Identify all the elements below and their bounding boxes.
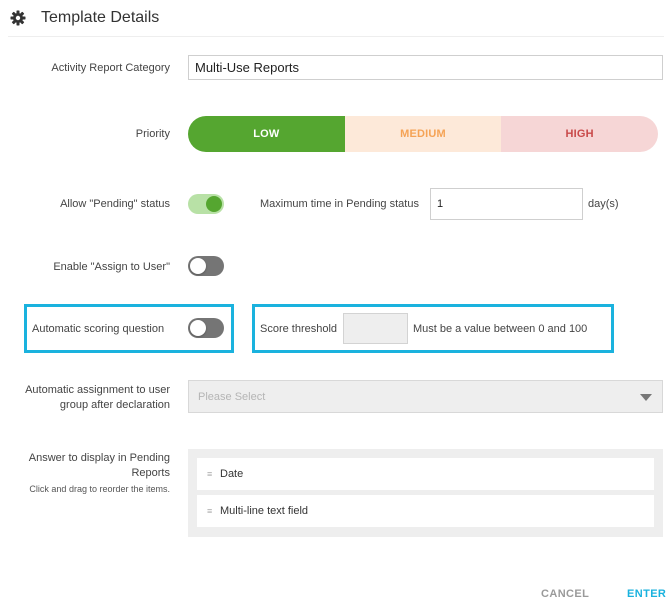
enter-button[interactable]: ENTER	[627, 588, 666, 600]
page-title: Template Details	[41, 9, 160, 26]
toggle-knob	[190, 258, 206, 274]
drag-handle-icon[interactable]: ≡	[207, 506, 212, 516]
auto-scoring-label: Automatic scoring question	[32, 323, 165, 335]
max-time-input[interactable]: 1	[430, 188, 583, 220]
answers-label-line1: Answer to display in Pending	[28, 452, 170, 464]
pending-label: Allow "Pending" status	[60, 198, 170, 210]
header-divider	[8, 36, 664, 37]
auto-scoring-toggle[interactable]	[188, 318, 224, 338]
caret-down-icon	[640, 394, 652, 401]
max-time-unit: day(s)	[588, 198, 619, 210]
group-select[interactable]: Please Select	[188, 380, 663, 413]
auto-assignment-label-line1: Automatic assignment to user	[25, 384, 170, 396]
answers-label-line2: Reports	[131, 467, 170, 479]
answers-list: ≡ Date ≡ Multi-line text field	[188, 449, 663, 537]
answer-item[interactable]: ≡ Date	[197, 458, 654, 490]
dialog-header: Template Details	[0, 0, 672, 38]
answers-help-text: Click and drag to reorder the items.	[29, 484, 170, 494]
pending-toggle[interactable]	[188, 194, 224, 214]
answer-item[interactable]: ≡ Multi-line text field	[197, 495, 654, 527]
answer-item-label: Date	[220, 468, 244, 480]
drag-handle-icon[interactable]: ≡	[207, 469, 212, 479]
score-threshold-input[interactable]	[343, 313, 408, 344]
answer-item-label: Multi-line text field	[220, 505, 309, 517]
priority-selector: LOW MEDIUM HIGH	[188, 116, 658, 152]
priority-low-button[interactable]: LOW	[188, 116, 345, 152]
max-time-value: 1	[437, 198, 444, 210]
assign-user-label: Enable "Assign to User"	[53, 261, 170, 273]
threshold-label: Score threshold	[260, 323, 338, 335]
assign-user-toggle[interactable]	[188, 256, 224, 276]
group-select-placeholder: Please Select	[198, 390, 266, 403]
auto-assignment-label: Automatic assignment to user group after…	[10, 383, 170, 413]
category-input[interactable]: Multi-Use Reports	[188, 55, 663, 80]
category-value: Multi-Use Reports	[195, 60, 300, 75]
answers-label: Answer to display in Pending Reports	[10, 451, 170, 481]
threshold-hint: Must be a value between 0 and 100	[413, 323, 588, 335]
priority-medium-button[interactable]: MEDIUM	[344, 116, 502, 152]
gear-icon	[10, 10, 26, 26]
cancel-button[interactable]: CANCEL	[541, 588, 589, 600]
priority-label: Priority	[135, 128, 170, 140]
toggle-knob	[190, 320, 206, 336]
auto-assignment-label-line2: group after declaration	[59, 399, 170, 411]
priority-high-button[interactable]: HIGH	[501, 116, 658, 152]
toggle-knob	[206, 196, 222, 212]
max-time-label: Maximum time in Pending status	[260, 198, 419, 210]
category-label: Activity Report Category	[51, 62, 170, 74]
